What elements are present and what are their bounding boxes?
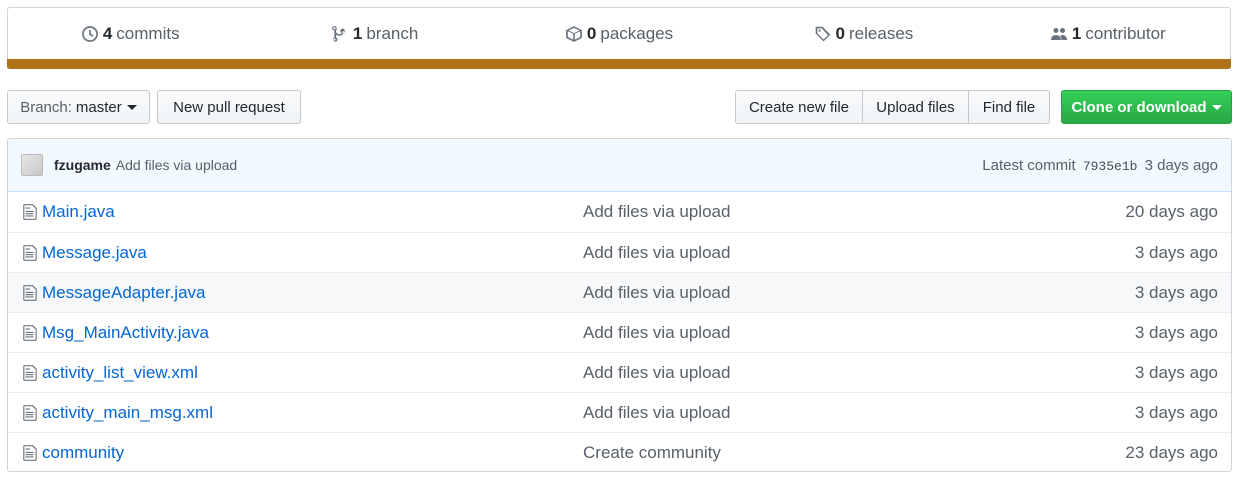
releases-link[interactable]: 0 releases	[741, 24, 985, 44]
releases-count: 0	[835, 24, 846, 43]
file-commit-message[interactable]: Add files via upload	[583, 202, 730, 222]
chevron-down-icon	[1211, 104, 1222, 110]
file-commit-message[interactable]: Add files via upload	[583, 403, 730, 423]
contributors-count: 1	[1071, 24, 1082, 43]
package-icon	[566, 26, 582, 42]
file-icon	[23, 444, 37, 461]
file-actions-group: Create new file Upload files Find file	[735, 90, 1050, 124]
commit-sha[interactable]: 7935e1b	[1083, 159, 1138, 174]
branch-prefix: Branch:	[20, 98, 72, 116]
file-list: Main.java Add files via upload 20 days ago…	[8, 192, 1231, 471]
commits-link[interactable]: 4 commits	[8, 24, 252, 44]
file-commit-message[interactable]: Add files via upload	[583, 363, 730, 383]
branch-icon	[332, 26, 345, 42]
find-file-button[interactable]: Find file	[969, 90, 1050, 124]
table-row[interactable]: activity_main_msg.xml Add files via uploa…	[8, 392, 1231, 432]
commits-count: 4	[102, 24, 113, 43]
file-age: 23 days ago	[1125, 442, 1218, 462]
table-row[interactable]: activity_list_view.xml Add files via uplo…	[8, 352, 1231, 392]
avatar[interactable]	[21, 154, 43, 176]
branches-label: branch	[366, 24, 419, 43]
contributors-label: contributor	[1085, 24, 1166, 43]
file-age: 20 days ago	[1125, 202, 1218, 221]
file-age: 3 days ago	[1134, 402, 1218, 422]
latest-commit-label: Latest commit	[982, 156, 1076, 174]
file-icon	[23, 364, 37, 381]
chevron-down-icon	[126, 104, 137, 110]
file-name-link[interactable]: Main.java	[42, 202, 115, 222]
file-name-link[interactable]: Message.java	[42, 243, 147, 263]
commit-author[interactable]: fzugame	[54, 157, 111, 173]
new-pull-request-label: New pull request	[173, 98, 285, 116]
repo-summary-bar: 4 commits 1 branch 0 packages 0 releases…	[7, 7, 1231, 69]
file-icon	[23, 284, 37, 301]
commit-age: 3 days ago	[1144, 156, 1218, 174]
table-row[interactable]: Main.java Add files via upload 20 days ago	[8, 192, 1231, 232]
upload-files-button[interactable]: Upload files	[863, 90, 969, 124]
file-name-link[interactable]: activity_main_msg.xml	[42, 403, 213, 423]
file-age: 3 days ago	[1134, 322, 1218, 342]
clone-or-download-button[interactable]: Clone or download	[1061, 90, 1232, 124]
branches-link[interactable]: 1 branch	[252, 24, 496, 44]
file-age: 3 days ago	[1134, 242, 1218, 262]
file-icon	[23, 204, 37, 220]
commit-message[interactable]: Add files via upload	[116, 157, 237, 173]
branches-count: 1	[352, 24, 363, 43]
latest-commit-bar: fzugame Add files via upload Latest comm…	[8, 139, 1231, 192]
branch-select-button[interactable]: Branch: master	[7, 90, 150, 124]
table-row[interactable]: Msg_MainActivity.java Add files via uploa…	[8, 312, 1231, 352]
find-file-label: Find file	[982, 98, 1036, 116]
contributors-link[interactable]: 1 contributor	[986, 24, 1230, 44]
packages-label: packages	[600, 24, 674, 43]
clone-or-download-label: Clone or download	[1071, 98, 1207, 116]
file-icon	[23, 324, 37, 341]
packages-link[interactable]: 0 packages	[497, 24, 741, 44]
packages-count: 0	[586, 24, 597, 43]
releases-label: releases	[849, 24, 914, 43]
file-commit-message[interactable]: Create community	[583, 443, 721, 463]
language-bar[interactable]	[7, 59, 1231, 69]
upload-files-label: Upload files	[876, 98, 955, 116]
file-icon	[23, 404, 37, 421]
file-icon	[23, 244, 37, 261]
people-icon	[1050, 28, 1067, 40]
file-table: fzugame Add files via upload Latest comm…	[7, 138, 1232, 472]
create-new-file-label: Create new file	[748, 98, 850, 116]
file-age: 3 days ago	[1134, 362, 1218, 382]
file-commit-message[interactable]: Add files via upload	[583, 283, 730, 303]
file-commit-message[interactable]: Add files via upload	[583, 323, 730, 343]
commits-label: commits	[116, 24, 180, 43]
new-pull-request-button[interactable]: New pull request	[157, 90, 301, 124]
history-icon	[81, 26, 98, 42]
file-name-link[interactable]: Msg_MainActivity.java	[42, 323, 209, 343]
file-name-link[interactable]: MessageAdapter.java	[42, 283, 206, 303]
tag-icon	[815, 26, 830, 42]
file-name-link[interactable]: community	[42, 443, 124, 463]
file-age: 3 days ago	[1134, 282, 1218, 302]
table-row[interactable]: Message.java Add files via upload 3 days a…	[8, 232, 1231, 272]
file-name-link[interactable]: activity_list_view.xml	[42, 363, 198, 383]
file-commit-message[interactable]: Add files via upload	[583, 243, 730, 263]
create-new-file-button[interactable]: Create new file	[735, 90, 863, 124]
branch-name: master	[75, 98, 122, 116]
latest-commit-info: Latest commit 7935e1b 3 days ago	[982, 157, 1218, 174]
table-row[interactable]: community Create community 23 days ago	[8, 432, 1231, 471]
table-row[interactable]: MessageAdapter.java Add files via upload 3…	[8, 272, 1231, 312]
